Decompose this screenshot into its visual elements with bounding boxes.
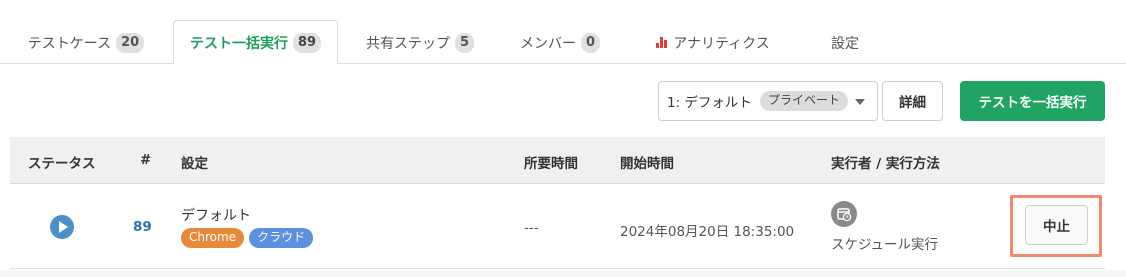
config-select-value: 1: デフォルト [667,95,752,111]
chevron-down-icon [855,99,865,105]
tab-label: テスト一括実行 [189,35,288,52]
execution-method: スケジュール実行 [831,237,939,253]
header-executor: 実行者 / 実行方法 [831,156,940,172]
tab-test-runs[interactable]: テスト一括実行 89 [173,20,338,65]
tab-analytics[interactable]: アナリティクス [643,20,783,65]
duration-value: --- [524,220,539,236]
table-row: 89 デフォルト Chrome クラウド --- 2024年08月20日 18:… [10,184,1105,269]
tab-label: 設定 [831,35,859,52]
bar-chart-icon [656,37,668,48]
table-footer-strip [0,270,1126,277]
tab-label: メンバー [519,35,576,52]
count-badge: 89 [292,32,322,53]
tab-members[interactable]: メンバー 0 [508,20,612,65]
count-badge: 20 [116,32,145,53]
run-all-button[interactable]: テストを一括実行 [960,81,1105,121]
stop-button[interactable]: 中止 [1025,205,1088,245]
header-started: 開始時間 [620,156,674,172]
config-select[interactable]: 1: デフォルト プライベート [658,81,878,121]
header-number: # [140,152,152,168]
browser-tag: Chrome [181,228,245,248]
tab-shared-steps[interactable]: 共有ステップ 5 [350,20,490,65]
tab-label: アナリティクス [673,35,770,52]
detail-button[interactable]: 詳細 [882,81,943,121]
tab-label: 共有ステップ [365,35,450,52]
header-config: 設定 [181,156,208,172]
tab-bar: テストケース 20 テスト一括実行 89 共有ステップ 5 メンバー 0 アナリ… [0,0,1126,65]
tag-list: Chrome クラウド [181,228,314,248]
run-number-link[interactable]: 89 [133,219,152,235]
play-icon[interactable] [50,215,74,239]
tab-settings[interactable]: 設定 [812,20,878,65]
header-duration: 所要時間 [524,156,578,172]
tab-test-cases[interactable]: テストケース 20 [19,20,153,65]
private-badge: プライベート [759,91,848,111]
environment-tag: クラウド [249,228,314,248]
start-time-value: 2024年08月20日 18:35:00 [620,224,795,240]
schedule-clock-icon [831,201,857,227]
count-badge: 0 [580,32,601,53]
table-header: ステータス # 設定 所要時間 開始時間 実行者 / 実行方法 [10,137,1105,184]
count-badge: 5 [454,32,475,53]
header-status: ステータス [28,156,96,172]
config-name: デフォルト [181,208,251,224]
tab-label: テストケース [27,35,112,52]
